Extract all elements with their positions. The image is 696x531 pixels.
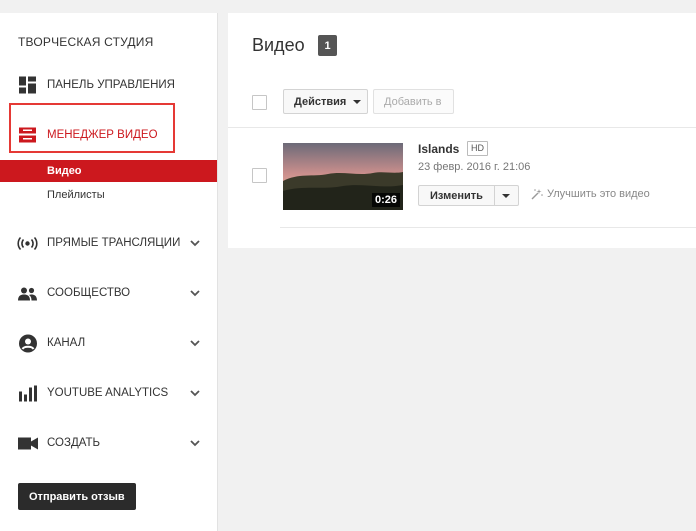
divider (228, 127, 696, 128)
page-title: Видео (252, 35, 305, 55)
sidebar-subitem-label: Плейлисты (47, 189, 105, 201)
video-list-panel: Видео 1 Действия Добавить в 0:26 Islands… (228, 13, 696, 248)
video-duration: 0:26 (371, 193, 400, 207)
sidebar-subitem-label: Видео (47, 165, 82, 177)
caret-down-icon (353, 99, 362, 104)
community-icon (17, 283, 38, 304)
enhance-video-link[interactable]: Улучшить это видео (531, 188, 650, 200)
video-date: 23 февр. 2016 г. 21:06 (418, 161, 531, 173)
nav-item-create[interactable]: СОЗДАТЬ (0, 428, 217, 458)
actions-dropdown-button[interactable]: Действия (283, 89, 368, 114)
video-title-link[interactable]: Islands (418, 142, 459, 156)
analytics-icon (17, 383, 38, 404)
nav-item-dashboard[interactable]: ПАНЕЛЬ УПРАВЛЕНИЯ (0, 70, 217, 100)
magic-wand-icon (531, 189, 543, 200)
nav-item-label: КАНАЛ (47, 337, 86, 349)
actions-label: Действия (294, 95, 347, 108)
row-divider (280, 227, 696, 228)
nav-item-label: СООБЩЕСТВО (47, 287, 131, 299)
hd-badge: HD (467, 141, 488, 156)
chevron-down-icon (190, 240, 200, 247)
caret-down-icon (502, 193, 511, 198)
edit-button-group: Изменить (418, 185, 519, 206)
send-feedback-button[interactable]: Отправить отзыв (18, 483, 136, 510)
sidebar: ТВОРЧЕСКАЯ СТУДИЯ ПАНЕЛЬ УПРАВЛЕНИЯ МЕНЕ… (0, 13, 218, 531)
nav-item-channel[interactable]: КАНАЛ (0, 328, 217, 358)
video-select-checkbox[interactable] (252, 168, 267, 183)
nav-item-label: ПАНЕЛЬ УПРАВЛЕНИЯ (47, 79, 175, 91)
nav-item-live[interactable]: ПРЯМЫЕ ТРАНСЛЯЦИИ (0, 228, 217, 258)
select-all-checkbox[interactable] (252, 95, 267, 110)
edit-video-button[interactable]: Изменить (418, 185, 495, 206)
video-thumbnail[interactable]: 0:26 (283, 143, 403, 210)
nav-item-label: YOUTUBE ANALYTICS (47, 387, 169, 399)
studio-title: ТВОРЧЕСКАЯ СТУДИЯ (18, 35, 154, 49)
nav-item-label: ПРЯМЫЕ ТРАНСЛЯЦИИ (47, 237, 181, 249)
video-count-badge: 1 (318, 35, 337, 56)
channel-icon (17, 333, 38, 354)
chevron-down-icon (190, 390, 200, 397)
add-to-button[interactable]: Добавить в (373, 89, 454, 114)
video-manager-icon (17, 125, 38, 146)
edit-options-dropdown[interactable] (494, 185, 519, 206)
nav-item-video-manager[interactable]: МЕНЕДЖЕР ВИДЕО (0, 120, 217, 150)
nav-item-analytics[interactable]: YOUTUBE ANALYTICS (0, 378, 217, 408)
nav-item-label: МЕНЕДЖЕР ВИДЕО (47, 129, 158, 141)
nav-item-label: СОЗДАТЬ (47, 437, 101, 449)
chevron-down-icon (190, 340, 200, 347)
sidebar-subitem-videos[interactable]: Видео (0, 160, 217, 182)
chevron-down-icon (190, 290, 200, 297)
chevron-down-icon (190, 440, 200, 447)
dashboard-icon (17, 75, 38, 96)
sidebar-subitem-playlists[interactable]: Плейлисты (0, 184, 217, 206)
nav-item-community[interactable]: СООБЩЕСТВО (0, 278, 217, 308)
live-broadcast-icon (17, 233, 38, 254)
enhance-label: Улучшить это видео (547, 188, 650, 200)
create-icon (17, 433, 38, 454)
